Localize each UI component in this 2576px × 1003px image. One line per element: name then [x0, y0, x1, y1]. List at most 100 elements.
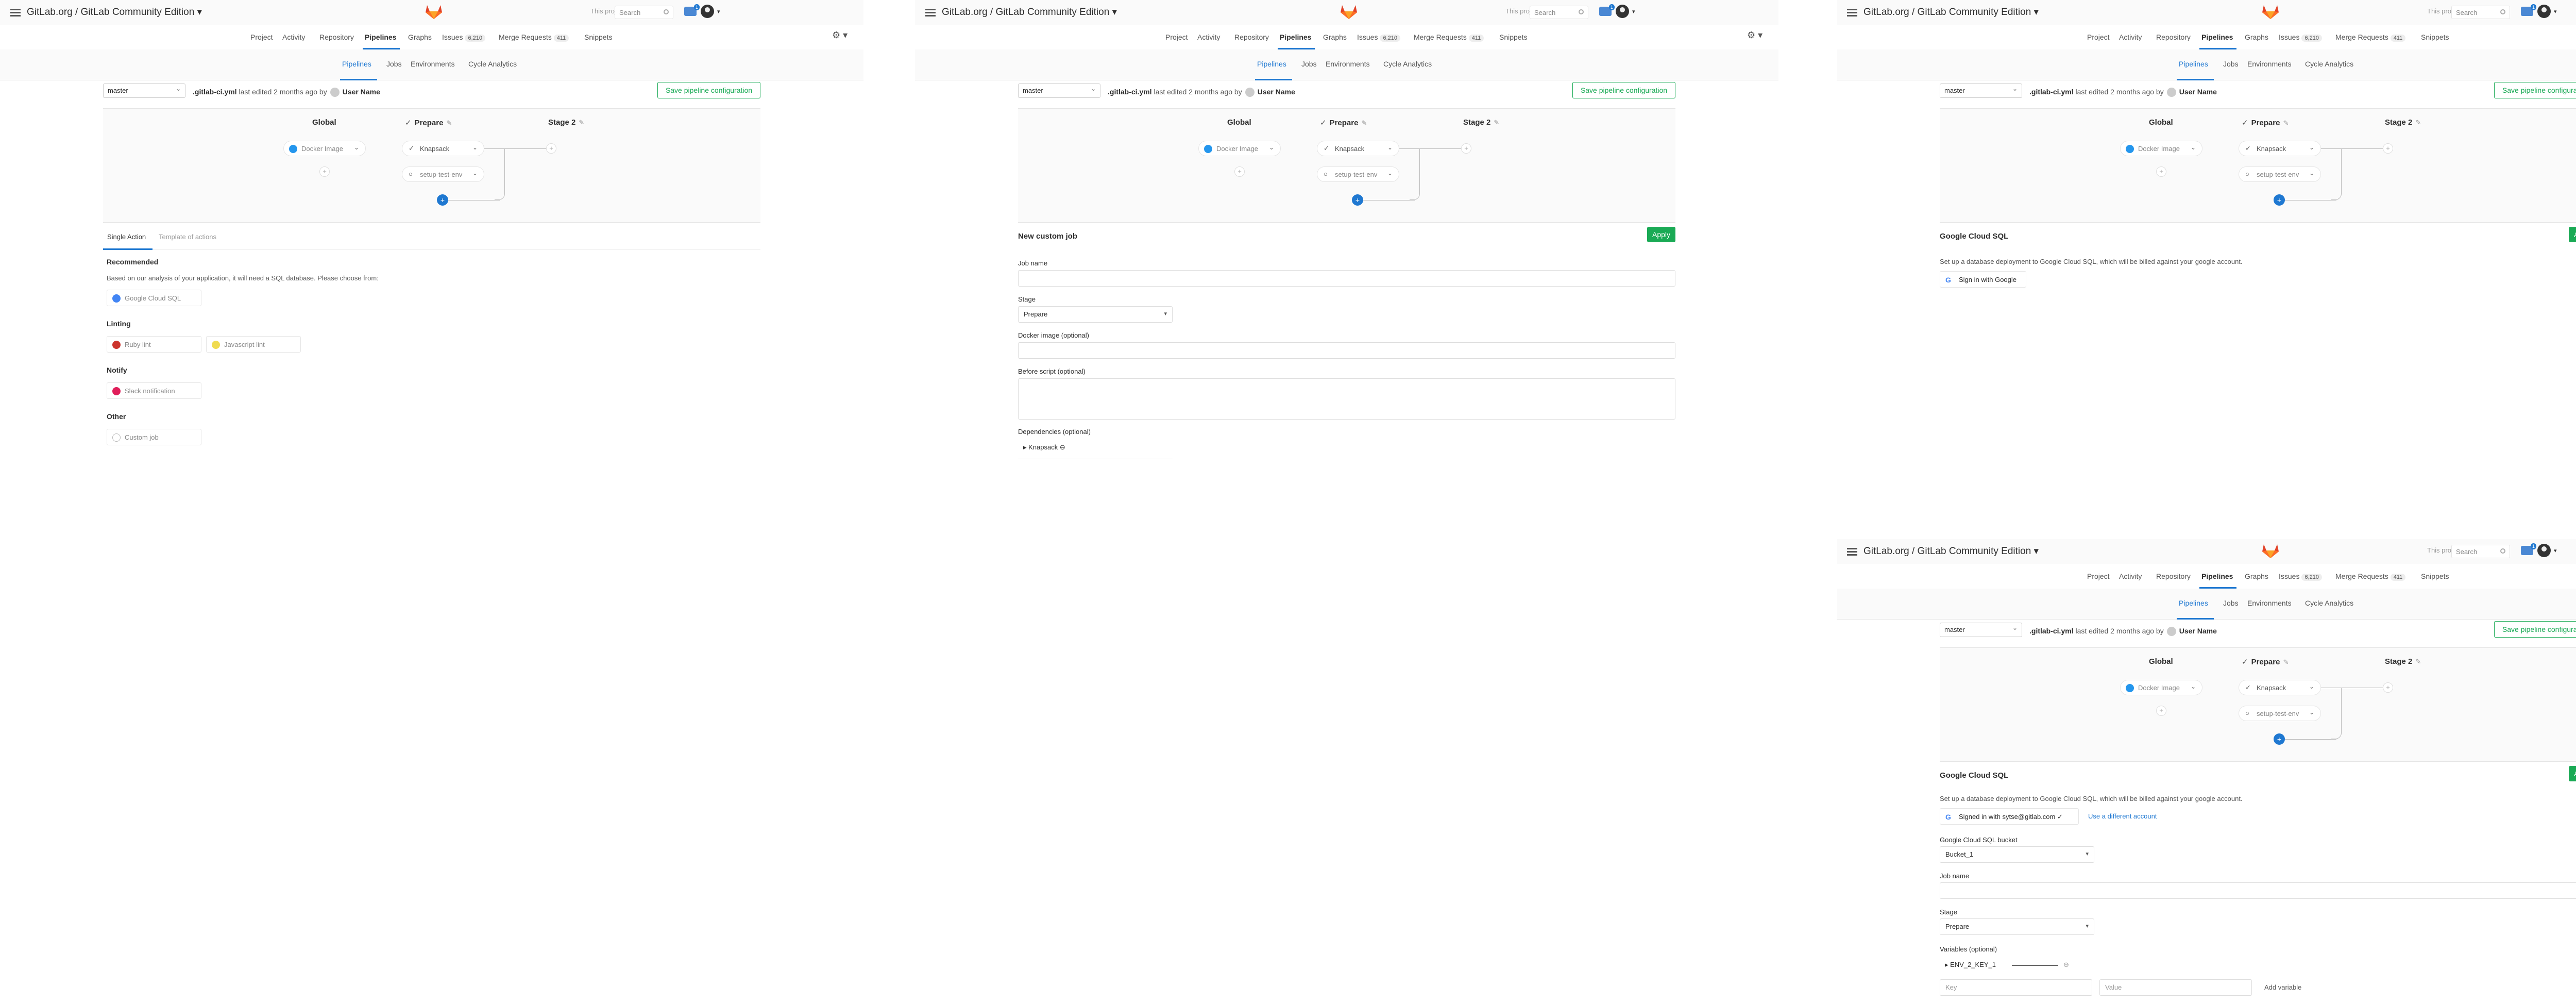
tab-activity[interactable]: Activity [2119, 33, 2142, 41]
add-job-button[interactable]: + [437, 194, 448, 206]
tab-repository[interactable]: Repository [2156, 33, 2191, 41]
user-avatar[interactable] [2537, 544, 2551, 557]
bucket-select[interactable]: Bucket_1 [1940, 846, 2094, 863]
tab-issues[interactable]: Issues 6,210 [442, 33, 485, 42]
tab-pipelines[interactable]: Pipelines [365, 33, 396, 41]
add-job-button[interactable]: + [2156, 706, 2166, 716]
add-job-button[interactable]: + [2383, 143, 2393, 154]
stage-prepare[interactable]: ✓ Prepare ✎ [405, 118, 452, 127]
tab-snippets[interactable]: Snippets [2421, 572, 2449, 580]
job-docker-image[interactable]: Docker Image ⌄ [2120, 680, 2202, 695]
gitlab-logo-icon[interactable] [2262, 542, 2279, 559]
apply-button[interactable]: Apply [2569, 766, 2576, 781]
add-variable-button[interactable]: Add variable [2264, 983, 2301, 991]
add-job-button[interactable]: + [1234, 166, 1245, 177]
stage-prepare[interactable]: ✓ Prepare ✎ [2242, 657, 2289, 666]
chevron-down-icon[interactable]: ▾ [2554, 8, 2557, 15]
subtab-pipelines[interactable]: Pipelines [1257, 60, 1286, 68]
tab-repository[interactable]: Repository [319, 33, 354, 41]
tab-merge-requests[interactable]: Merge Requests 411 [1414, 33, 1484, 42]
job-name-input[interactable] [1018, 270, 1675, 287]
subtab-pipelines[interactable]: Pipelines [342, 60, 371, 68]
tab-repository[interactable]: Repository [1234, 33, 1269, 41]
google-account-button[interactable]: G Signed in with sytse@gitlab.com ✓ [1940, 808, 2079, 825]
app-title[interactable]: GitLab.org / GitLab Community Edition ▾ [27, 6, 202, 18]
branch-select[interactable]: master [1940, 623, 2022, 637]
job-docker-image[interactable]: Docker Image ⌄ [2120, 141, 2202, 156]
menu-icon[interactable] [10, 7, 21, 18]
subtab-pipelines[interactable]: Pipelines [2179, 60, 2208, 68]
add-job-button[interactable]: + [2274, 194, 2285, 206]
tab-merge-requests[interactable]: Merge Requests 411 [499, 33, 569, 42]
action-custom-job[interactable]: Custom job [107, 429, 201, 445]
tab-merge-requests[interactable]: Merge Requests 411 [2335, 33, 2406, 42]
tab-project[interactable]: Project [2087, 572, 2110, 580]
variable-value-input[interactable]: Value [2099, 979, 2252, 996]
chevron-down-icon[interactable]: ▾ [1632, 8, 1635, 15]
subtab-jobs[interactable]: Jobs [2223, 60, 2239, 68]
before-script-input[interactable] [1018, 378, 1675, 420]
user-avatar[interactable] [2537, 5, 2551, 18]
tab-issues[interactable]: Issues 6,210 [2279, 572, 2322, 581]
stage-select[interactable]: Prepare [1940, 918, 2094, 935]
subtab-cycle-analytics[interactable]: Cycle Analytics [2305, 599, 2353, 607]
save-pipeline-button[interactable]: Save pipeline configuration [2494, 621, 2576, 638]
tab-pipelines[interactable]: Pipelines [2201, 33, 2233, 41]
todo-icon[interactable]: 1 [2521, 543, 2536, 555]
variable-item[interactable]: ▸ ENV_2_KEY_1 [1945, 961, 1996, 969]
todo-icon[interactable]: 1 [1599, 4, 1615, 16]
tab-graphs[interactable]: Graphs [2245, 33, 2268, 41]
menu-icon[interactable] [1847, 546, 1857, 557]
subtab-cycle-analytics[interactable]: Cycle Analytics [468, 60, 517, 68]
branch-select[interactable]: master [1018, 83, 1100, 98]
tab-project[interactable]: Project [250, 33, 273, 41]
job-docker-image[interactable]: Docker Image ⌄ [283, 141, 366, 156]
tab-graphs[interactable]: Graphs [2245, 572, 2268, 580]
job-setup-test-env[interactable]: ○ setup-test-env ⌄ [1317, 166, 1399, 182]
tab-issues[interactable]: Issues 6,210 [1357, 33, 1400, 42]
tab-snippets[interactable]: Snippets [1499, 33, 1527, 41]
search-input[interactable]: Search [2451, 6, 2510, 19]
tab-activity[interactable]: Activity [282, 33, 305, 41]
google-signin-button[interactable]: G Sign in with Google [1940, 271, 2026, 288]
todo-icon[interactable]: 1 [2521, 4, 2536, 16]
job-docker-image[interactable]: Docker Image ⌄ [1198, 141, 1281, 156]
save-pipeline-button[interactable]: Save pipeline configuration [657, 82, 760, 98]
todo-icon[interactable]: 1 [684, 4, 700, 16]
save-pipeline-button[interactable]: Save pipeline configuration [1572, 82, 1675, 98]
tab-repository[interactable]: Repository [2156, 572, 2191, 580]
stage-2[interactable]: Stage 2 ✎ [2385, 118, 2421, 127]
tab-snippets[interactable]: Snippets [584, 33, 612, 41]
remove-variable-icon[interactable]: ⊖ [2063, 961, 2069, 969]
stage-2[interactable]: Stage 2 ✎ [548, 118, 584, 127]
save-pipeline-button[interactable]: Save pipeline configuration [2494, 82, 2576, 98]
variable-key-input[interactable]: Key [1940, 979, 2092, 996]
subtab-pipelines[interactable]: Pipelines [2179, 599, 2208, 607]
add-job-button[interactable]: + [1352, 194, 1363, 206]
stage-select[interactable]: Prepare [1018, 306, 1173, 323]
add-job-button[interactable]: + [319, 166, 330, 177]
job-knapsack[interactable]: ✓ Knapsack ⌄ [1317, 141, 1399, 156]
add-job-button[interactable]: + [2156, 166, 2166, 177]
job-knapsack[interactable]: ✓ Knapsack ⌄ [2239, 141, 2321, 156]
tab-pipelines[interactable]: Pipelines [2201, 572, 2233, 580]
app-title[interactable]: GitLab.org / GitLab Community Edition ▾ [942, 6, 1117, 18]
gitlab-logo-icon[interactable] [425, 3, 443, 20]
tab-activity[interactable]: Activity [2119, 572, 2142, 580]
subtab-environments[interactable]: Environments [2247, 60, 2292, 68]
job-knapsack[interactable]: ✓ Knapsack ⌄ [2239, 680, 2321, 695]
use-different-account-link[interactable]: Use a different account [2088, 812, 2157, 820]
menu-icon[interactable] [925, 7, 936, 18]
stage-2[interactable]: Stage 2 ✎ [2385, 657, 2421, 666]
app-title[interactable]: GitLab.org / GitLab Community Edition ▾ [1863, 545, 2039, 557]
tab-template-actions[interactable]: Template of actions [159, 233, 216, 241]
tab-activity[interactable]: Activity [1197, 33, 1220, 41]
subtab-cycle-analytics[interactable]: Cycle Analytics [1383, 60, 1432, 68]
subtab-cycle-analytics[interactable]: Cycle Analytics [2305, 60, 2353, 68]
stage-2[interactable]: Stage 2 ✎ [1463, 118, 1499, 127]
dependency-item[interactable]: ▸ Knapsack ⊖ [1023, 443, 1065, 452]
job-name-input[interactable] [1940, 882, 2576, 899]
tab-snippets[interactable]: Snippets [2421, 33, 2449, 41]
branch-select[interactable]: master [1940, 83, 2022, 98]
subtab-jobs[interactable]: Jobs [386, 60, 402, 68]
